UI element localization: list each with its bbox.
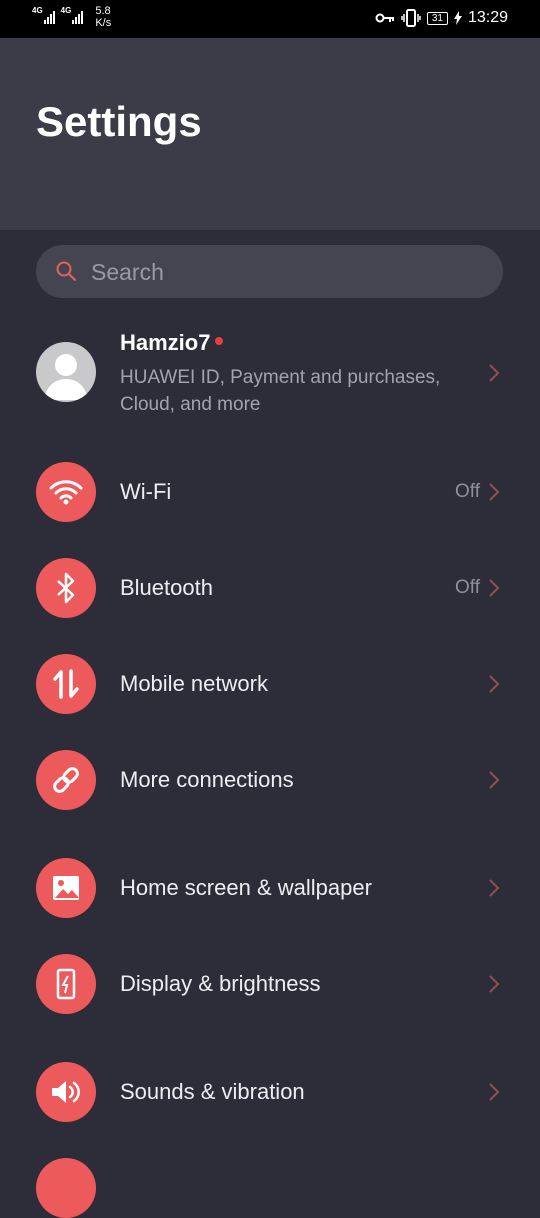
settings-item-label: More connections bbox=[120, 767, 294, 792]
chevron-right-icon bbox=[489, 771, 500, 789]
image-icon-badge bbox=[36, 858, 96, 918]
charging-icon bbox=[453, 11, 462, 25]
settings-item-bluetooth[interactable]: Bluetooth Off bbox=[0, 558, 540, 618]
next-item-icon-badge[interactable] bbox=[36, 1158, 96, 1218]
settings-item-label: Home screen & wallpaper bbox=[120, 875, 372, 900]
avatar bbox=[36, 342, 96, 402]
signal-bars-icon bbox=[72, 6, 84, 24]
mobile-data-icon bbox=[53, 669, 79, 699]
speed-value: 5.8 bbox=[95, 5, 111, 17]
bluetooth-icon-badge bbox=[36, 558, 96, 618]
wifi-status: Off bbox=[455, 481, 480, 502]
notification-dot bbox=[215, 337, 224, 346]
account-name: Hamzio7 bbox=[120, 330, 211, 355]
vibrate-icon bbox=[401, 9, 421, 27]
display-icon bbox=[56, 968, 76, 1000]
network-speed: 5.8 K/s bbox=[95, 5, 111, 29]
chevron-right-icon bbox=[489, 579, 500, 597]
account-name-line: Hamzio7 bbox=[120, 330, 224, 356]
chevron-right-icon bbox=[489, 975, 500, 993]
search-icon bbox=[56, 261, 76, 281]
clock: 13:29 bbox=[467, 9, 508, 26]
speaker-icon-badge bbox=[36, 1062, 96, 1122]
mobile-data-icon-badge bbox=[36, 654, 96, 714]
page-title: Settings bbox=[36, 98, 202, 145]
settings-item-label: Sounds & vibration bbox=[120, 1079, 305, 1104]
settings-item-label: Wi-Fi bbox=[120, 479, 172, 504]
key-icon bbox=[375, 13, 394, 23]
settings-item-home-screen[interactable]: Home screen & wallpaper bbox=[0, 858, 540, 918]
network-type-2: 4G bbox=[60, 6, 72, 15]
display-icon-badge bbox=[36, 954, 96, 1014]
network-type-1: 4G bbox=[32, 6, 43, 15]
user-icon bbox=[44, 354, 88, 400]
search-bar[interactable]: Search bbox=[36, 245, 503, 298]
settings-item-wifi[interactable]: Wi-Fi Off bbox=[0, 462, 540, 522]
status-bar: 4G 4G 5.8 K/s 31 13:29 bbox=[0, 0, 540, 38]
signal-1: 4G bbox=[32, 6, 55, 24]
account-row[interactable]: Hamzio7 HUAWEI ID, Payment and purchases… bbox=[0, 330, 540, 420]
speed-unit: K/s bbox=[95, 17, 112, 29]
bluetooth-icon bbox=[57, 572, 75, 604]
image-icon bbox=[53, 876, 79, 900]
chevron-right-icon bbox=[489, 483, 500, 501]
signal-bars-icon bbox=[43, 6, 55, 24]
chevron-right-icon bbox=[489, 364, 500, 382]
settings-item-mobile-network[interactable]: Mobile network bbox=[0, 654, 540, 714]
settings-item-label: Mobile network bbox=[120, 671, 268, 696]
settings-item-more-connections[interactable]: More connections bbox=[0, 750, 540, 810]
chevron-right-icon bbox=[489, 1083, 500, 1101]
speaker-icon bbox=[52, 1081, 80, 1103]
settings-item-label: Bluetooth bbox=[120, 575, 213, 600]
settings-item-display[interactable]: Display & brightness bbox=[0, 954, 540, 1014]
chevron-right-icon bbox=[489, 879, 500, 897]
signal-2: 4G bbox=[61, 6, 84, 24]
settings-item-sounds[interactable]: Sounds & vibration bbox=[0, 1062, 540, 1122]
link-icon-badge bbox=[36, 750, 96, 810]
settings-item-label: Display & brightness bbox=[120, 971, 321, 996]
wifi-icon bbox=[49, 480, 83, 505]
search-placeholder: Search bbox=[91, 259, 164, 285]
account-description: HUAWEI ID, Payment and purchases, Cloud,… bbox=[120, 367, 441, 415]
battery-level: 31 bbox=[426, 11, 448, 25]
bluetooth-status: Off bbox=[455, 577, 480, 598]
link-icon bbox=[53, 767, 79, 793]
wifi-icon-badge bbox=[36, 462, 96, 522]
chevron-right-icon bbox=[489, 675, 500, 693]
